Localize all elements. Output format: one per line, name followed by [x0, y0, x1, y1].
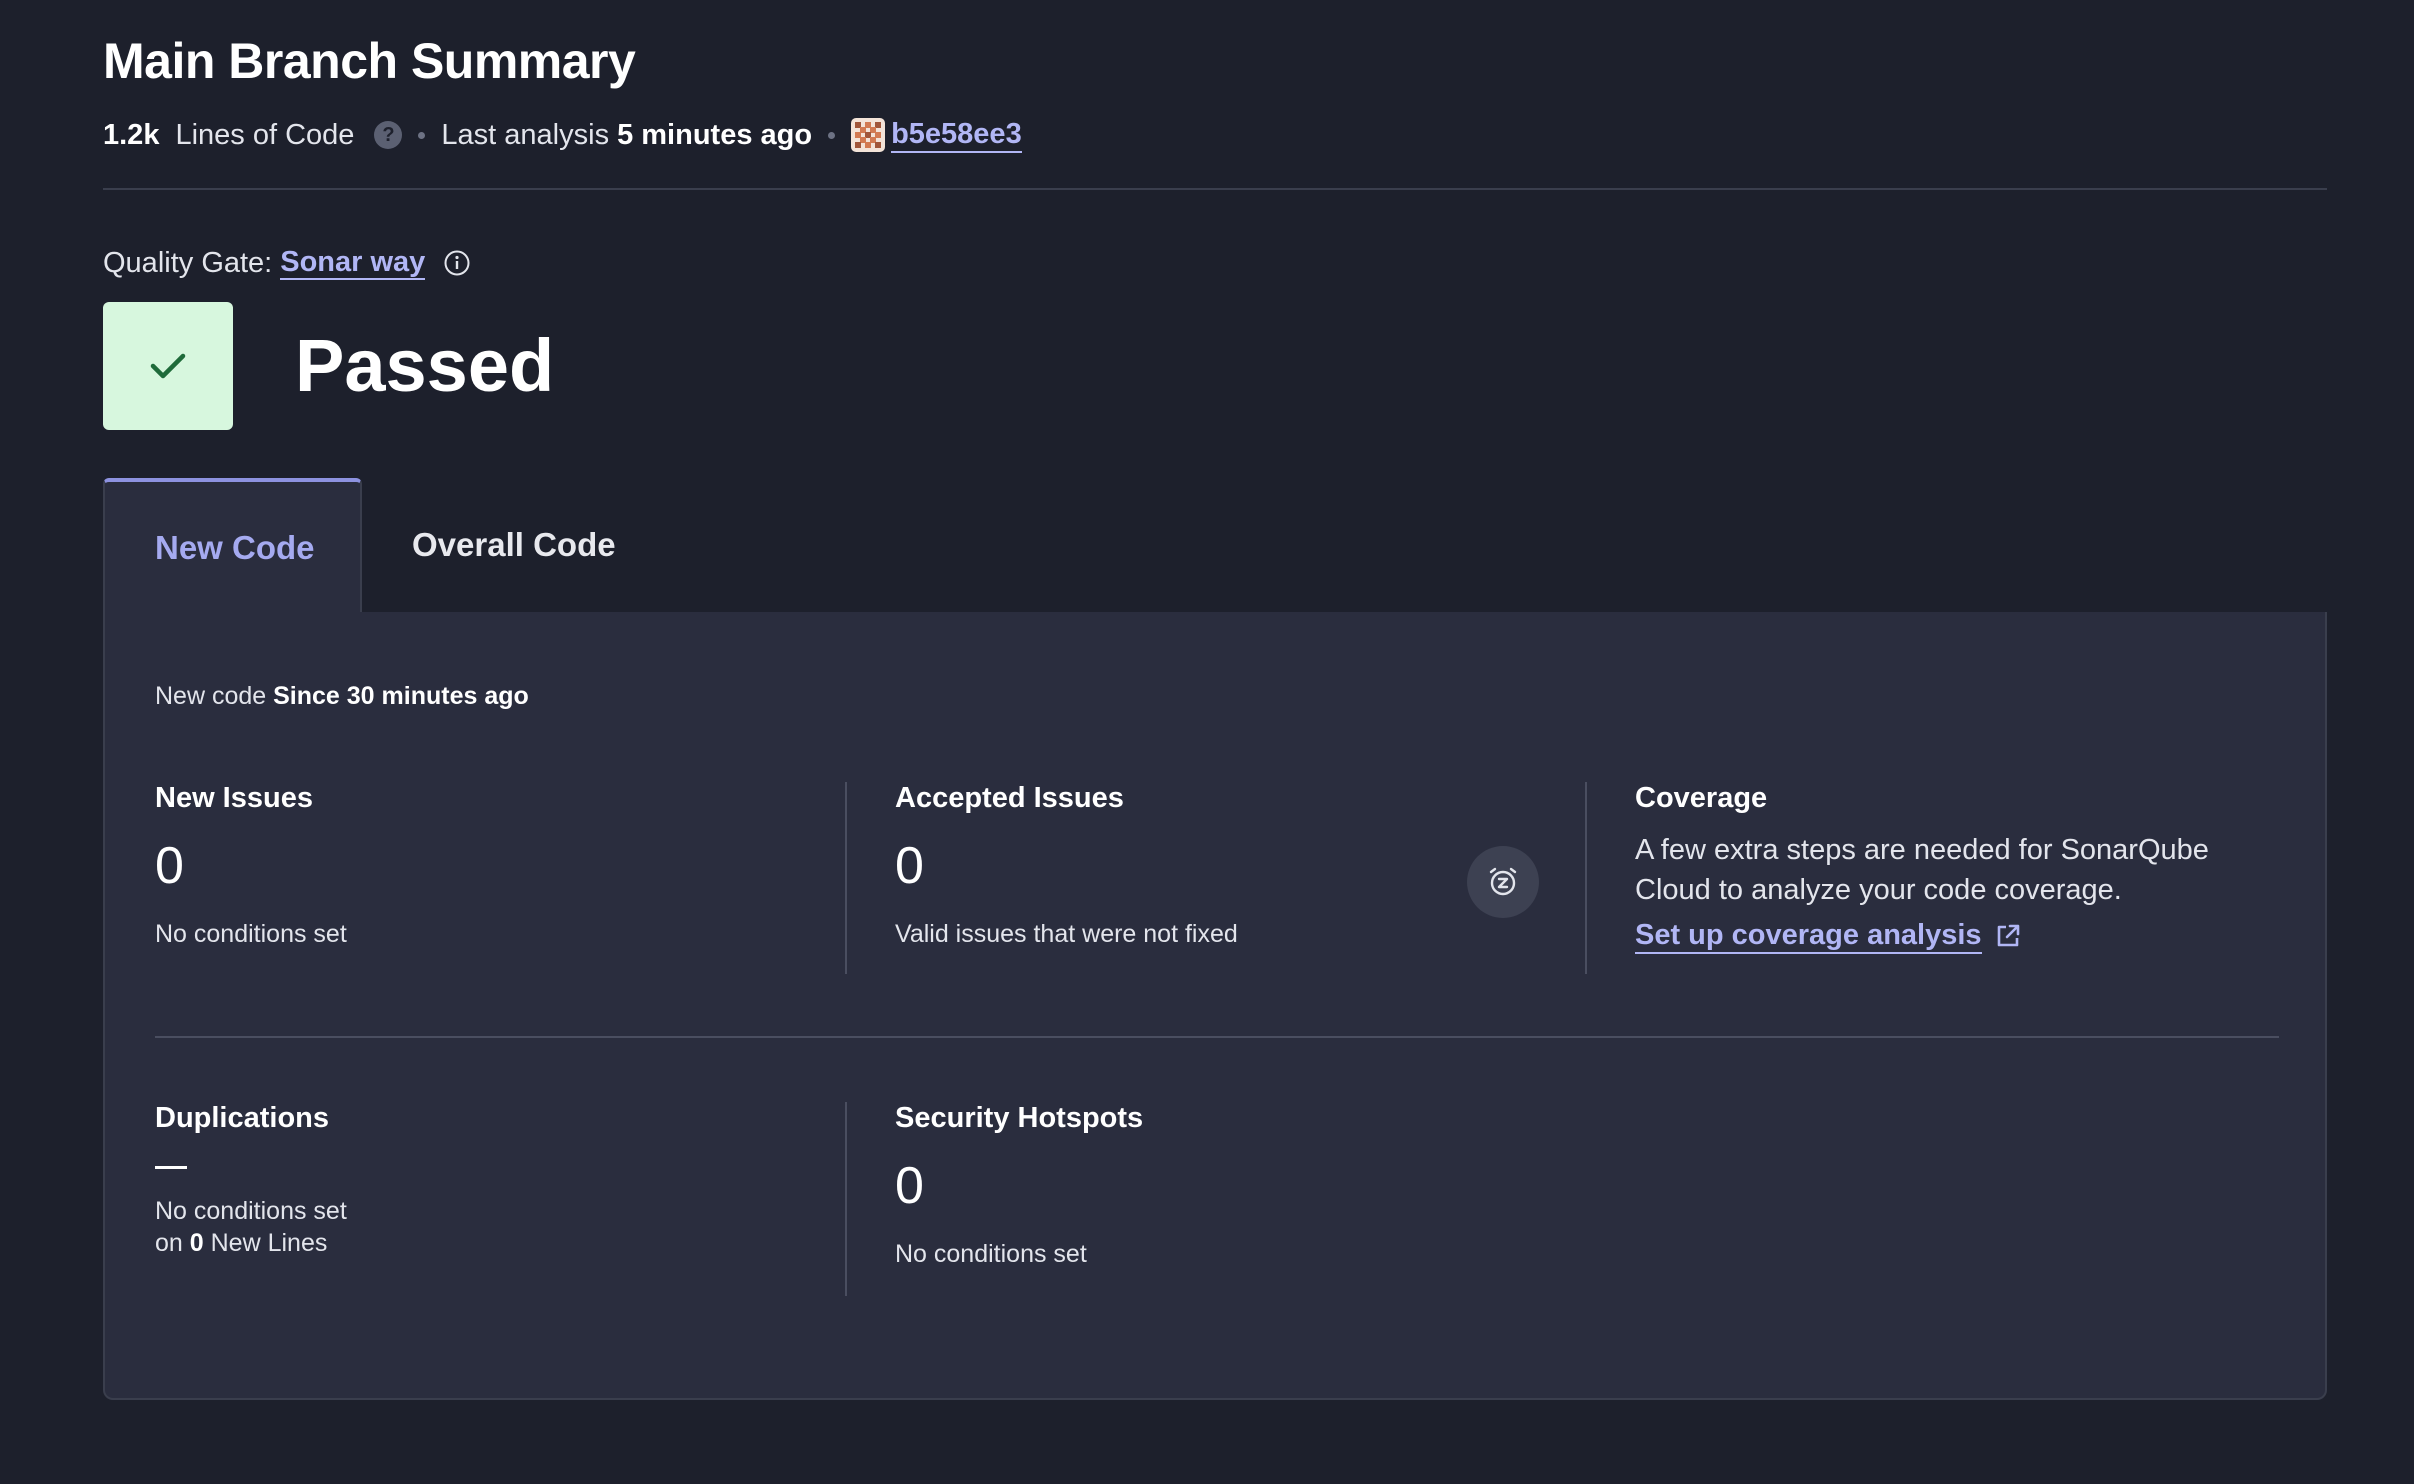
security-hotspots-metric: Security Hotspots 0 No conditions set — [895, 1100, 1143, 1270]
new-code-since: Since 30 minutes ago — [273, 682, 529, 710]
accepted-issues-description: Valid issues that were not fixed — [895, 920, 1238, 948]
row-divider — [155, 1036, 2279, 1038]
security-hotspots-conditions: No conditions set — [895, 1240, 1087, 1268]
page-title: Main Branch Summary — [103, 33, 636, 89]
new-code-period: New code Since 30 minutes ago — [155, 682, 529, 711]
metric-divider — [845, 782, 847, 974]
help-icon[interactable]: ? — [374, 121, 403, 149]
last-analysis-label: Last analysis — [441, 118, 610, 151]
duplications-conditions: No conditions set — [155, 1197, 347, 1225]
last-analysis-value: 5 minutes ago — [617, 118, 813, 151]
security-hotspots-title: Security Hotspots — [895, 1102, 1144, 1134]
new-code-prefix: New code — [155, 682, 267, 710]
quality-gate-status-badge — [103, 302, 233, 430]
duplications-value-dash — [155, 1166, 187, 1169]
lines-of-code-label: Lines of Code — [175, 118, 355, 151]
main-branch-summary-page: Main Branch Summary 1.2k Lines of Code ?… — [0, 0, 2414, 1484]
commit-author-avatar-icon — [851, 118, 886, 152]
separator-dot — [418, 131, 426, 139]
duplications-title: Duplications — [155, 1102, 330, 1134]
tab-overall-code[interactable]: Overall Code — [362, 478, 616, 612]
metric-divider — [1585, 782, 1587, 974]
coverage-metric: Coverage A few extra steps are needed fo… — [1635, 780, 2255, 954]
quality-gate-status-text: Passed — [295, 324, 555, 407]
new-issues-value[interactable]: 0 — [155, 836, 347, 896]
duplications-new-lines-label: New Lines — [210, 1229, 328, 1257]
new-issues-metric: New Issues 0 No conditions set — [155, 780, 347, 950]
setup-coverage-link[interactable]: Set up coverage analysis — [1635, 918, 2022, 954]
quality-gate-label: Quality Gate: — [103, 246, 273, 279]
commit-hash-link[interactable]: b5e58ee3 — [891, 117, 1022, 153]
coverage-description: A few extra steps are needed for SonarQu… — [1635, 834, 2209, 906]
accepted-issues-title: Accepted Issues — [895, 782, 1124, 814]
new-issues-conditions: No conditions set — [155, 920, 347, 948]
accepted-issues-snooze-button[interactable] — [1467, 846, 1539, 918]
accepted-issues-metric: Accepted Issues 0 Valid issues that were… — [895, 780, 1238, 950]
code-tabs: New Code Overall Code — [103, 478, 616, 614]
metric-divider — [845, 1102, 847, 1296]
coverage-title: Coverage — [1635, 782, 1768, 814]
alarm-snooze-icon — [1489, 867, 1517, 896]
duplications-new-lines: on 0 New Lines — [155, 1227, 347, 1259]
tab-new-code[interactable]: New Code — [103, 478, 362, 614]
external-link-icon — [1997, 924, 2019, 947]
duplications-on-label: on — [155, 1229, 183, 1257]
duplications-metric: Duplications No conditions set on 0 New … — [155, 1100, 347, 1259]
branch-meta: 1.2k Lines of Code ? Last analysis 5 min… — [103, 114, 1022, 156]
new-issues-title: New Issues — [155, 782, 313, 814]
duplications-new-lines-count: 0 — [189, 1229, 204, 1257]
header-divider — [103, 188, 2327, 190]
security-hotspots-value[interactable]: 0 — [895, 1156, 1143, 1216]
accepted-issues-value[interactable]: 0 — [895, 836, 1238, 896]
setup-coverage-link-text: Set up coverage analysis — [1635, 918, 1982, 954]
separator-dot — [828, 131, 836, 139]
quality-gate-name-link[interactable]: Sonar way — [280, 246, 426, 280]
info-icon[interactable] — [443, 249, 471, 277]
lines-of-code-value: 1.2k — [103, 118, 160, 151]
check-icon — [150, 353, 186, 379]
quality-gate-line: Quality Gate: Sonar way — [103, 243, 471, 283]
new-code-panel: New code Since 30 minutes ago New Issues… — [103, 612, 2327, 1400]
